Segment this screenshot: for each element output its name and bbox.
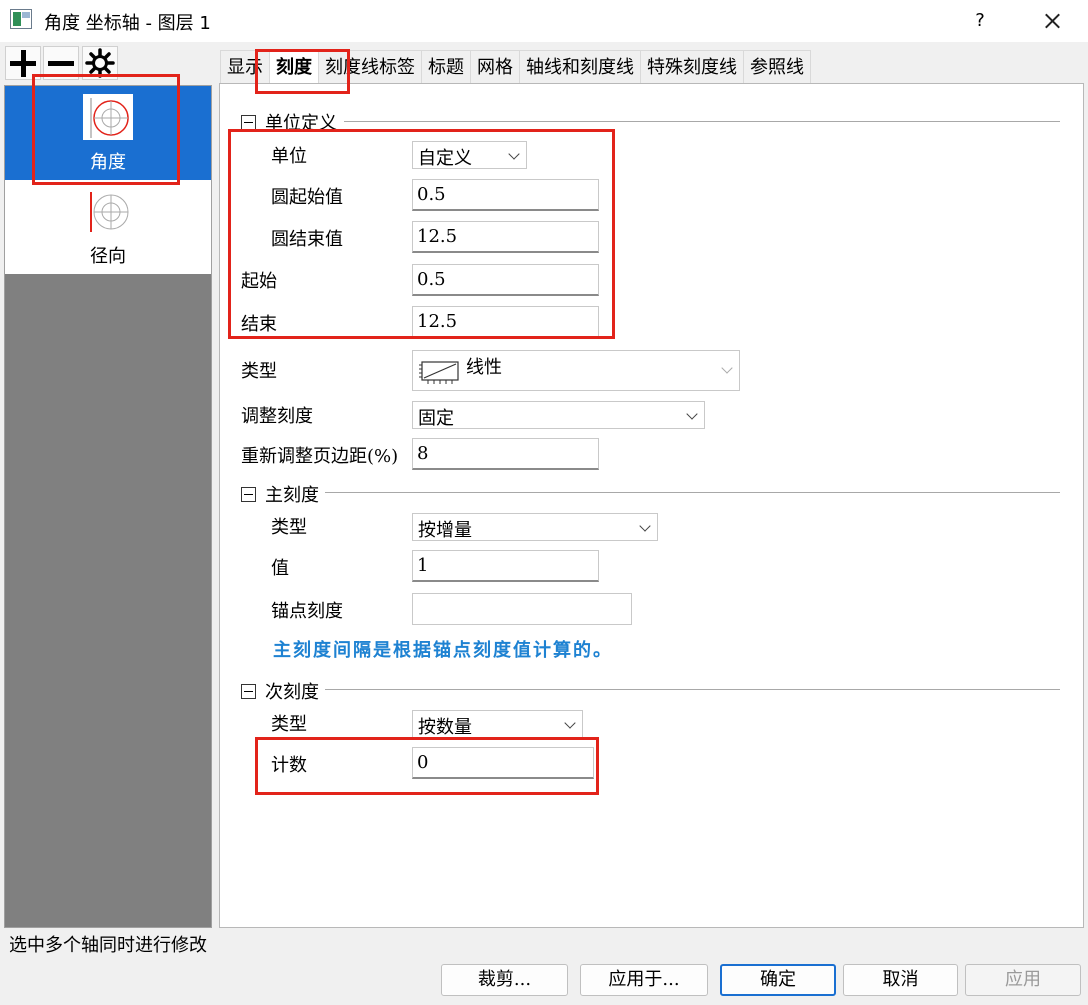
polar-angle-axis-icon: [83, 94, 133, 140]
tab-special-ticks[interactable]: 特殊刻度线: [640, 50, 744, 83]
polar-radial-axis-icon: [83, 188, 133, 234]
minus-icon[interactable]: [43, 46, 79, 80]
type-label: 类型: [241, 361, 277, 382]
margin-label: 重新调整页边距(%): [241, 446, 399, 467]
count-field[interactable]: 0: [412, 747, 594, 779]
major-section-title: 主刻度: [265, 485, 319, 506]
collapse-major-section-icon[interactable]: [241, 487, 256, 502]
end-label: 结束: [241, 314, 277, 335]
axis-item-radial[interactable]: 径向: [5, 180, 211, 274]
tab-display[interactable]: 显示: [220, 50, 270, 83]
minor-section-title: 次刻度: [265, 682, 319, 703]
major-tick-info-text: 主刻度间隔是根据锚点刻度值计算的。: [273, 640, 613, 661]
chevron-down-icon: [721, 362, 733, 374]
help-button[interactable]: ?: [966, 8, 994, 34]
minor-type-select[interactable]: 按数量: [412, 710, 583, 738]
tab-title[interactable]: 标题: [421, 50, 471, 83]
margin-field[interactable]: 8: [412, 438, 599, 470]
major-type-select[interactable]: 按增量: [412, 513, 658, 541]
tab-line-and-ticks[interactable]: 轴线和刻度线: [519, 50, 641, 83]
tab-scale[interactable]: 刻度: [269, 50, 319, 83]
section-divider: [325, 492, 1060, 493]
minor-type-select-value: 按数量: [418, 717, 472, 738]
ok-button[interactable]: 确定: [720, 964, 836, 996]
rescale-label: 调整刻度: [241, 406, 313, 427]
unit-select[interactable]: 自定义: [412, 141, 527, 169]
apply-to-button[interactable]: 应用于...: [580, 964, 708, 996]
tab-bar: 显示 刻度 刻度线标签 标题 网格 轴线和刻度线 特殊刻度线 参照线: [220, 50, 811, 83]
status-text: 选中多个轴同时进行修改: [9, 935, 207, 956]
chevron-down-icon: [508, 148, 520, 160]
gear-icon[interactable]: [82, 46, 118, 80]
tab-grid[interactable]: 网格: [470, 50, 520, 83]
window-title: 角度 坐标轴 - 图层 1: [44, 13, 211, 34]
circle-end-label: 圆结束值: [271, 229, 343, 250]
chevron-down-icon: [564, 717, 576, 729]
close-icon[interactable]: [1036, 6, 1068, 36]
tab-reference-lines[interactable]: 参照线: [743, 50, 811, 83]
linear-scale-icon: [419, 361, 459, 384]
type-select[interactable]: 线性: [412, 350, 740, 391]
app-window-icon: [10, 9, 32, 29]
circle-start-label: 圆起始值: [271, 187, 343, 208]
unit-select-value: 自定义: [418, 148, 472, 169]
section-divider: [325, 689, 1060, 690]
unit-section-title: 单位定义: [265, 113, 337, 134]
chevron-down-icon: [686, 408, 698, 420]
anchor-tick-label: 锚点刻度: [271, 601, 343, 622]
circle-start-field[interactable]: 0.5: [412, 179, 599, 211]
start-label: 起始: [241, 271, 277, 292]
collapse-unit-section-icon[interactable]: [241, 115, 256, 130]
minor-type-label: 类型: [271, 714, 307, 735]
major-value-field[interactable]: 1: [412, 550, 599, 582]
collapse-minor-section-icon[interactable]: [241, 684, 256, 699]
axis-item-angle[interactable]: 角度: [5, 86, 211, 180]
unit-label: 单位: [271, 146, 307, 167]
section-divider: [344, 121, 1060, 122]
start-field[interactable]: 0.5: [412, 264, 599, 296]
axis-label-radial: 径向: [90, 246, 126, 267]
scale-panel: 单位定义 单位 自定义 圆起始值 0.5 圆结束值 12.5 起始 0.5 结束…: [219, 83, 1084, 928]
axis-list: 角度 径向: [4, 85, 212, 928]
major-type-select-value: 按增量: [418, 520, 472, 541]
chevron-down-icon: [639, 520, 651, 532]
end-field[interactable]: 12.5: [412, 306, 599, 338]
rescale-select[interactable]: 固定: [412, 401, 705, 429]
rescale-select-value: 固定: [418, 408, 454, 429]
major-type-label: 类型: [271, 517, 307, 538]
crop-button[interactable]: 裁剪...: [441, 964, 568, 996]
plus-icon[interactable]: [5, 46, 41, 80]
tab-tick-labels[interactable]: 刻度线标签: [318, 50, 422, 83]
apply-button[interactable]: 应用: [965, 964, 1081, 996]
anchor-tick-field[interactable]: [412, 593, 632, 625]
circle-end-field[interactable]: 12.5: [412, 221, 599, 253]
count-label: 计数: [271, 755, 307, 776]
major-value-label: 值: [271, 558, 289, 579]
cancel-button[interactable]: 取消: [843, 964, 958, 996]
type-select-value: 线性: [466, 357, 502, 378]
axis-label-angle: 角度: [90, 152, 126, 173]
